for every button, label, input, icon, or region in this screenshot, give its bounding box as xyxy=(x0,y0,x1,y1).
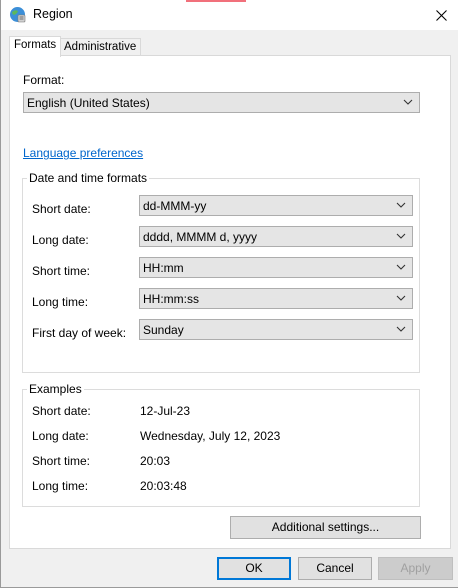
example-short-date-label: Short date: xyxy=(32,404,91,418)
additional-settings-button[interactable]: Additional settings... xyxy=(230,516,421,539)
example-short-time-label: Short time: xyxy=(32,454,91,468)
tab-administrative[interactable]: Administrative xyxy=(59,38,142,56)
example-long-date-label: Long date: xyxy=(32,429,89,443)
language-preferences-link[interactable]: Language preferences xyxy=(23,146,143,160)
short-time-label: Short time: xyxy=(32,264,91,278)
short-date-select[interactable]: dd-MMM-yy xyxy=(139,195,413,216)
apply-button: Apply xyxy=(378,557,453,580)
examples-title: Examples xyxy=(27,382,84,396)
short-time-select[interactable]: HH:mm xyxy=(139,257,413,278)
example-long-time-label: Long time: xyxy=(32,479,89,493)
format-label: Format: xyxy=(23,73,65,87)
close-icon xyxy=(435,9,447,21)
short-time-value: HH:mm xyxy=(143,261,184,275)
short-date-value: dd-MMM-yy xyxy=(143,199,207,213)
chevron-down-icon xyxy=(396,233,406,239)
tab-formats[interactable]: Formats xyxy=(9,36,62,57)
formats-panel: Format: English (United States) Language… xyxy=(9,55,451,549)
chevron-down-icon xyxy=(396,202,406,208)
format-select[interactable]: English (United States) xyxy=(23,92,420,113)
examples-group: Examples Short date: 12-Jul-23 Long date… xyxy=(22,382,420,507)
long-date-label: Long date: xyxy=(32,233,89,247)
chevron-down-icon xyxy=(403,99,413,105)
example-short-date-value: 12-Jul-23 xyxy=(140,404,191,418)
first-day-of-week-label: First day of week: xyxy=(32,326,127,340)
first-day-of-week-value: Sunday xyxy=(143,323,184,337)
date-time-formats-title: Date and time formats xyxy=(27,171,150,185)
long-date-value: dddd, MMMM d, yyyy xyxy=(143,230,258,244)
short-date-label: Short date: xyxy=(32,202,91,216)
format-value: English (United States) xyxy=(27,96,150,110)
title-accent xyxy=(186,0,246,2)
chevron-down-icon xyxy=(396,295,406,301)
ok-button[interactable]: OK xyxy=(217,557,291,580)
example-short-time-value: 20:03 xyxy=(140,454,171,468)
globe-icon xyxy=(10,7,26,23)
example-long-date-value: Wednesday, July 12, 2023 xyxy=(140,429,281,443)
first-day-of-week-select[interactable]: Sunday xyxy=(139,319,413,340)
chevron-down-icon xyxy=(396,326,406,332)
window-title: Region xyxy=(33,7,73,21)
long-date-select[interactable]: dddd, MMMM d, yyyy xyxy=(139,226,413,247)
date-time-formats-group: Date and time formats Short date: dd-MMM… xyxy=(22,171,420,373)
long-time-label: Long time: xyxy=(32,295,89,309)
long-time-select[interactable]: HH:mm:ss xyxy=(139,288,413,309)
title-bar[interactable]: Region xyxy=(1,0,458,30)
example-long-time-value: 20:03:48 xyxy=(140,479,187,493)
close-button[interactable] xyxy=(424,0,458,30)
long-time-value: HH:mm:ss xyxy=(143,292,199,306)
chevron-down-icon xyxy=(396,264,406,270)
cancel-button[interactable]: Cancel xyxy=(298,557,372,580)
region-dialog: Region Formats Administrative Format: En… xyxy=(0,0,458,588)
